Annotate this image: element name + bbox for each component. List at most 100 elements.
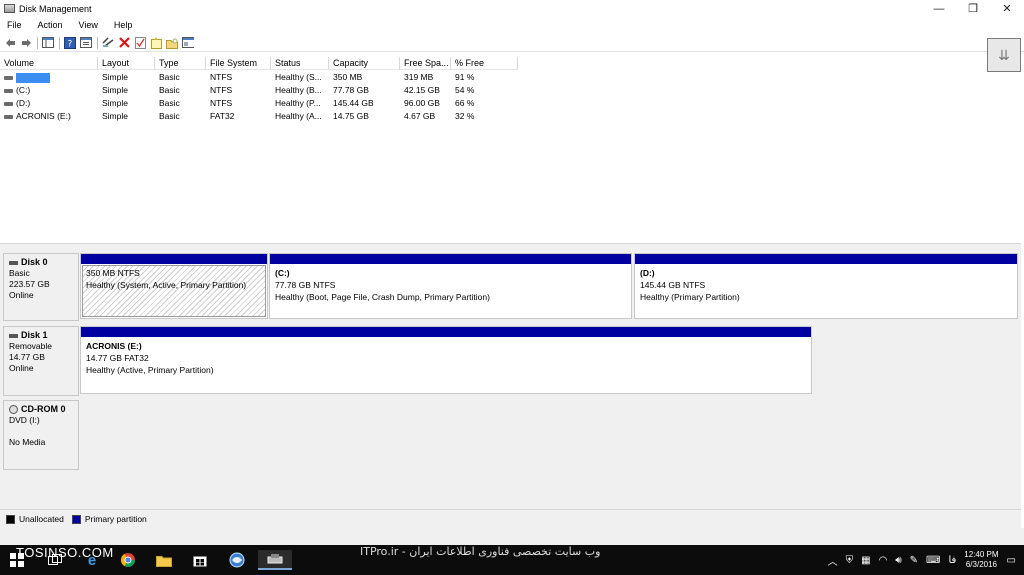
cdrom-0-label[interactable]: CD-ROM 0 DVD (I:) No Media [3, 400, 79, 470]
disk-icon [9, 333, 18, 338]
cell-volume: (C:) [0, 84, 98, 97]
chevron-up-icon[interactable]: ︿ [828, 553, 838, 568]
wifi-icon[interactable]: ◠ [879, 555, 888, 566]
cell-volume: (D:) [0, 97, 98, 110]
disk-1-label[interactable]: Disk 1 Removable 14.77 GB Online [3, 326, 79, 396]
partition-content: (C:) 77.78 GB NTFS Healthy (Boot, Page F… [270, 264, 631, 303]
toolbar-separator [59, 36, 60, 49]
partition-c[interactable]: (C:) 77.78 GB NTFS Healthy (Boot, Page F… [269, 253, 632, 319]
drive-icon [4, 88, 13, 93]
delete-icon[interactable] [118, 37, 130, 49]
edge-icon[interactable]: e [81, 550, 103, 570]
partition-d[interactable]: (D:) 145.44 GB NTFS Healthy (Primary Par… [634, 253, 1018, 319]
partition-status: Healthy (Active, Primary Partition) [86, 365, 214, 375]
task-view-icon[interactable] [44, 550, 66, 570]
volume-icon[interactable]: 🔊︎ [895, 555, 901, 566]
disk-graph-pane: Disk 0 Basic 223.57 GB Online 350 MB NTF… [0, 251, 1021, 509]
disk-management-app-icon [4, 4, 15, 13]
cdrom-0-title: CD-ROM 0 [9, 404, 78, 415]
cdrom-0-kind: DVD (I:) [9, 415, 40, 425]
disk-0-label[interactable]: Disk 0 Basic 223.57 GB Online [3, 253, 79, 321]
open-icon[interactable] [166, 37, 178, 49]
disk-1-kind: Removable [9, 341, 52, 351]
back-icon[interactable] [4, 37, 16, 49]
keyboard-icon[interactable]: ⌨ [926, 555, 940, 566]
menu-file[interactable]: File [0, 20, 30, 30]
cell-type: Basic [159, 72, 180, 82]
chrome-icon[interactable] [117, 550, 139, 570]
col-status[interactable]: Status [271, 57, 329, 70]
disk-row-1: Disk 1 Removable 14.77 GB Online ACRONIS… [0, 326, 1021, 396]
cdrom-0-size [9, 426, 78, 437]
minimize-button[interactable]: — [922, 0, 956, 17]
table-row[interactable]: ACRONIS (E:) Simple Basic FAT32 Healthy … [0, 110, 518, 123]
col-percent-free[interactable]: % Free [451, 57, 518, 70]
pane-splitter[interactable] [0, 243, 1021, 251]
volume-name: (D:) [16, 98, 31, 108]
cell-free: 319 MB [404, 72, 434, 82]
table-row[interactable]: (C:) Simple Basic NTFS Healthy (B... 77.… [0, 84, 518, 97]
partition-status: Healthy (Primary Partition) [640, 292, 740, 302]
connect-icon[interactable] [102, 37, 114, 49]
menu-action[interactable]: Action [30, 20, 71, 30]
disk-1-name: Disk 1 [21, 330, 48, 340]
partition-status: Healthy (Boot, Page File, Crash Dump, Pr… [275, 292, 490, 302]
disk-0-kind: Basic [9, 268, 30, 278]
console-icon[interactable] [182, 37, 194, 49]
notifications-icon[interactable]: ▭ [1007, 555, 1016, 566]
disk-management-window: Disk Management — ❐ ✕ File Action View H… [0, 0, 1024, 545]
col-file-system[interactable]: File System [206, 57, 271, 70]
col-type[interactable]: Type [155, 57, 206, 70]
partition-status: Healthy (System, Active, Primary Partiti… [86, 280, 247, 290]
help-icon[interactable]: ? [64, 36, 76, 49]
restore-button[interactable]: ❐ [956, 0, 990, 17]
disk-1-state: Online [9, 363, 34, 373]
col-volume[interactable]: Volume [0, 57, 98, 70]
cell-capacity: 14.75 GB [333, 111, 369, 121]
clock[interactable]: 12:40 PM 6/3/2016 [964, 550, 998, 570]
col-free-space[interactable]: Free Spa... [400, 57, 451, 70]
partition-e-acronis[interactable]: ACRONIS (E:) 14.77 GB FAT32 Healthy (Act… [80, 326, 812, 394]
forward-icon[interactable] [20, 37, 32, 49]
status-bar [0, 528, 1024, 545]
properties-icon[interactable] [80, 37, 92, 49]
new-icon[interactable] [150, 36, 162, 49]
menu-view[interactable]: View [71, 20, 106, 30]
cell-volume [0, 71, 98, 84]
col-capacity[interactable]: Capacity [329, 57, 400, 70]
language-indicator[interactable]: فا [948, 555, 956, 566]
menu-help[interactable]: Help [106, 20, 141, 30]
cell-fs: NTFS [210, 72, 233, 82]
close-button[interactable]: ✕ [990, 0, 1024, 17]
browser-icon[interactable] [226, 550, 248, 570]
table-row[interactable]: (D:) Simple Basic NTFS Healthy (P... 145… [0, 97, 518, 110]
partition-content: 350 MB NTFS Healthy (System, Active, Pri… [81, 264, 267, 291]
drive-icon [4, 75, 13, 80]
cell-pct: 91 % [455, 72, 475, 82]
pen-icon[interactable]: ✎ [910, 555, 918, 566]
cdrom-0-name: CD-ROM 0 [21, 404, 66, 414]
store-icon[interactable] [189, 550, 211, 570]
network-icon[interactable]: ▦ [861, 555, 870, 566]
primary-partition-bar [635, 254, 1017, 264]
legend-unallocated-label: Unallocated [19, 514, 64, 524]
col-layout[interactable]: Layout [98, 57, 155, 70]
volume-name: (C:) [16, 85, 31, 95]
partition-system-reserved[interactable]: 350 MB NTFS Healthy (System, Active, Pri… [80, 253, 268, 319]
cd-drive-icon [9, 405, 18, 414]
disk-icon [9, 260, 18, 265]
drive-icon [4, 101, 13, 106]
check-icon[interactable] [134, 36, 146, 49]
cell-volume: ACRONIS (E:) [0, 110, 98, 123]
primary-partition-bar [270, 254, 631, 264]
security-icon[interactable]: ⛨ [846, 555, 854, 566]
cell-capacity: 77.78 GB [333, 85, 369, 95]
table-row[interactable]: Simple Basic NTFS Healthy (S... 350 MB 3… [0, 71, 518, 84]
primary-partition-bar [81, 327, 811, 337]
partition-label: ACRONIS (E:) [86, 341, 142, 351]
show-hide-icon[interactable] [42, 37, 54, 49]
file-explorer-icon[interactable] [153, 550, 175, 570]
partition-content: (D:) 145.44 GB NTFS Healthy (Primary Par… [635, 264, 1017, 303]
disk-management-task-icon[interactable] [258, 550, 292, 570]
collapse-pane-button[interactable]: ⇊ [987, 38, 1021, 72]
